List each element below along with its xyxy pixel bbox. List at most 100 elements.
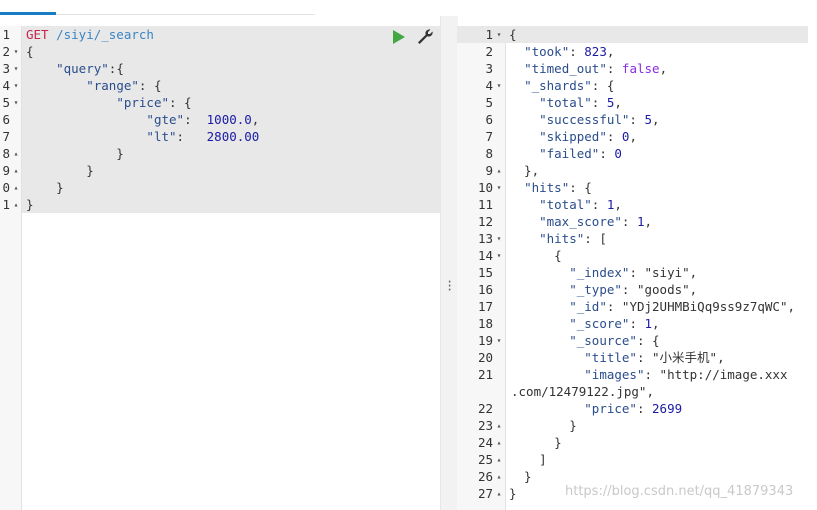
active-tab-underline[interactable] <box>0 12 56 15</box>
pane-divider[interactable] <box>440 16 458 510</box>
token-punc: , <box>652 112 660 127</box>
token-key: "_score" <box>569 316 630 331</box>
fold-toggle-icon[interactable]: ▾ <box>495 77 503 94</box>
token-str: "YDj2UHMBiQq9ss9z7qWC" <box>621 299 788 314</box>
token-key: "max_score" <box>539 214 622 229</box>
token-punc: } <box>26 146 124 161</box>
line-number: 8 <box>485 146 493 161</box>
token-punc: , <box>629 129 637 144</box>
token-num: 1000.0 <box>206 112 252 127</box>
line-number: 13 <box>477 231 493 246</box>
token-punc: , <box>606 44 615 59</box>
fold-toggle-icon[interactable]: ▾ <box>495 332 503 349</box>
fold-toggle-icon[interactable]: ▾ <box>12 43 20 60</box>
code-text: "_shards": { <box>509 77 614 94</box>
code-text: } <box>26 145 124 162</box>
line-number: 1 <box>2 27 10 42</box>
response-line: 21 "images": "http://image.xxx <box>457 366 817 383</box>
unfold-toggle-icon[interactable]: ▴ <box>12 162 20 179</box>
token-key: "price" <box>116 95 169 110</box>
fold-toggle-icon[interactable]: ▾ <box>495 230 503 247</box>
unfold-toggle-icon[interactable]: ▴ <box>12 145 20 162</box>
token-punc: : <box>629 112 645 127</box>
token-punc <box>509 61 524 76</box>
code-text: "title": "小米手机", <box>509 349 724 366</box>
unfold-toggle-icon[interactable]: ▴ <box>495 485 503 502</box>
run-request-icon[interactable] <box>393 30 405 44</box>
request-line: 7 "lt": 2800.00 <box>0 128 440 145</box>
fold-toggle-icon[interactable]: ▾ <box>495 179 503 196</box>
unfold-toggle-icon[interactable]: ▴ <box>495 162 503 179</box>
response-line: 22 "price": 2699 <box>457 400 817 417</box>
unfold-toggle-icon[interactable]: ▴ <box>495 468 503 485</box>
token-key: "_id" <box>569 299 607 314</box>
line-number: 7 <box>2 129 10 144</box>
unfold-toggle-icon[interactable]: ▴ <box>12 196 20 213</box>
code-text: } <box>509 485 517 502</box>
token-str: .com/12479122.jpg" <box>511 384 647 399</box>
response-line: 19 ▾ "_source": { <box>457 332 817 349</box>
line-number: 2 <box>2 44 10 59</box>
response-line: 7 "skipped": 0, <box>457 128 817 145</box>
code-text: "query":{ <box>26 60 124 77</box>
line-number: 8 <box>2 146 10 161</box>
response-line: 8 "failed": 0 <box>457 145 817 162</box>
token-punc: } <box>509 418 577 433</box>
token-punc <box>26 78 86 93</box>
code-text: "lt": 2800.00 <box>26 128 259 145</box>
unfold-toggle-icon[interactable]: ▴ <box>495 417 503 434</box>
token-punc: : <box>621 214 637 229</box>
line-number: 24 <box>477 435 493 450</box>
response-viewer: 1 ▾{2 "took": 823, 3 "timed_out": false, 4 ▾… <box>457 26 817 510</box>
token-punc: } <box>509 469 532 484</box>
code-text: "price": 2699 <box>509 400 682 417</box>
line-number: 18 <box>477 316 493 331</box>
response-line: 6 "successful": 5, <box>457 111 817 128</box>
line-number: 4 <box>485 78 493 93</box>
code-text: } <box>509 468 532 485</box>
resize-handle-icon[interactable]: · · · <box>446 276 453 296</box>
token-punc: : <box>621 282 637 297</box>
wrench-icon[interactable] <box>416 28 434 46</box>
token-key: "_shards" <box>524 78 592 93</box>
token-punc: } <box>509 435 562 450</box>
token-punc: : [ <box>584 231 607 246</box>
token-punc: : <box>606 299 622 314</box>
token-punc <box>509 44 524 59</box>
request-line: 0 ▴ } <box>0 179 440 196</box>
line-number: 17 <box>477 299 493 314</box>
token-punc: } <box>509 486 517 501</box>
token-key: "hits" <box>524 180 570 195</box>
fold-toggle-icon[interactable]: ▾ <box>12 94 20 111</box>
code-text: "gte": 1000.0, <box>26 111 259 128</box>
line-number: 6 <box>485 112 493 127</box>
fold-toggle-icon[interactable]: ▾ <box>495 247 503 264</box>
token-punc <box>26 112 146 127</box>
response-line: 17 "_id": "YDj2UHMBiQq9ss9z7qWC", <box>457 298 817 315</box>
token-punc: : <box>591 197 607 212</box>
unfold-toggle-icon[interactable]: ▴ <box>495 434 503 451</box>
token-punc: : <box>591 95 607 110</box>
response-line: 4 ▾ "_shards": { <box>457 77 817 94</box>
token-punc <box>509 197 539 212</box>
token-punc <box>509 282 569 297</box>
code-text: "_type": "goods", <box>509 281 697 298</box>
line-number: 9 <box>485 163 493 178</box>
token-key: "failed" <box>539 146 600 161</box>
token-punc: : { <box>169 95 192 110</box>
unfold-toggle-icon[interactable]: ▴ <box>12 179 20 196</box>
fold-toggle-icon[interactable]: ▾ <box>495 26 503 43</box>
fold-toggle-icon[interactable]: ▾ <box>12 60 20 77</box>
response-line: 1 ▾ { <box>457 26 817 43</box>
token-punc: { <box>509 248 562 263</box>
unfold-toggle-icon[interactable]: ▴ <box>495 451 503 468</box>
token-punc <box>26 129 146 144</box>
token-punc <box>509 146 539 161</box>
token-punc: , <box>659 61 668 76</box>
fold-toggle-icon[interactable]: ▾ <box>12 77 20 94</box>
line-number: 22 <box>477 401 493 416</box>
token-punc: , <box>787 299 796 314</box>
token-punc: { <box>26 44 34 59</box>
request-editor[interactable]: 1 GET /siyi/_search 2 ▾{3 ▾ "query":{4 ▾ "ran… <box>0 26 440 510</box>
token-url: /siyi/_search <box>48 27 154 42</box>
